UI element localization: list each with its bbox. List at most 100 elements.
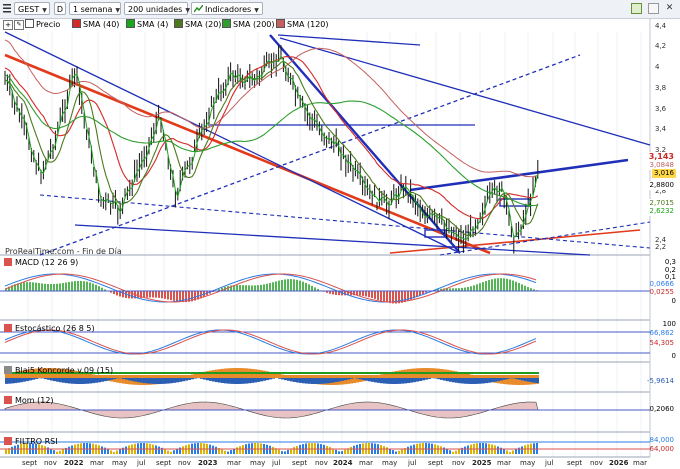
koncorde-bar (50, 378, 53, 381)
koncorde-bar (419, 378, 422, 381)
koncorde-bar (518, 378, 521, 380)
trendline-blue (4, 31, 461, 254)
rsi-filter-bar (119, 449, 121, 454)
panel-label-rsi-filter[interactable]: FILTRO RSI (4, 437, 58, 447)
panel-label-macd[interactable]: MACD (12 26 9) (4, 258, 78, 268)
macd-histogram-bar (527, 287, 529, 291)
time-axis-label: 2026 (609, 459, 629, 467)
rsi-filter-bar (293, 447, 295, 454)
koncorde-bar (410, 378, 413, 383)
koncorde-bar (8, 378, 11, 384)
koncorde-bar (356, 375, 359, 383)
panel-label-stochastic[interactable]: Estocástico (26 8 5) (4, 324, 95, 334)
koncorde-bar (338, 372, 341, 374)
macd-histogram-bar (71, 281, 73, 291)
koncorde-bar (275, 372, 278, 374)
koncorde-bar (503, 372, 506, 374)
koncorde-bar (317, 378, 320, 384)
koncorde-bar (500, 372, 503, 374)
koncorde-bar (392, 372, 395, 374)
koncorde-bar (248, 372, 251, 374)
macd-histogram-bar (509, 279, 511, 291)
rsi-filter-bar (521, 446, 523, 454)
koncorde-bar (74, 378, 77, 384)
rsi-filter-bar (503, 449, 505, 454)
koncorde-bar (200, 372, 203, 374)
macd-histogram-bar (386, 291, 388, 303)
macd-histogram-bar (86, 281, 88, 291)
panel-icon (4, 437, 12, 445)
macd-histogram-bar (305, 282, 307, 291)
time-axis-label: mar (359, 459, 373, 467)
rsi-filter-bar (392, 450, 394, 454)
koncorde-bar (368, 378, 371, 382)
koncorde-bar (107, 378, 110, 381)
koncorde-bar (143, 378, 146, 384)
koncorde-bar (98, 378, 101, 383)
koncorde-bar (77, 378, 80, 384)
rsi-filter-bar (515, 449, 517, 454)
macd-histogram-bar (272, 282, 274, 291)
watermark: ProRealTime.com - Fin de Día (5, 247, 122, 256)
macd-histogram-bar (56, 283, 58, 291)
panel-label-momentum[interactable]: Mom (12) (4, 396, 54, 406)
koncorde-bar (305, 372, 308, 374)
koncorde-bar (464, 378, 467, 384)
rsi-filter-bar (236, 447, 238, 454)
koncorde-bar (425, 372, 428, 374)
koncorde-bar (371, 378, 374, 382)
koncorde-bar (527, 372, 530, 374)
koncorde-bar (458, 372, 461, 374)
koncorde-bar (323, 372, 326, 374)
koncorde-bar (101, 378, 104, 382)
rsi-filter-bar (53, 450, 55, 454)
rsi-filter-bar (344, 449, 346, 454)
koncorde-bar (89, 378, 92, 384)
time-axis-label: nov (178, 459, 191, 467)
koncorde-bar (161, 378, 164, 384)
rsi-filter-bar (443, 447, 445, 454)
rsi-filter-bar (458, 449, 460, 454)
koncorde-bar (353, 372, 356, 374)
koncorde-bar (281, 378, 284, 380)
panel-label-koncorde[interactable]: Blai5 Koncorde v.09 (15) (4, 366, 113, 376)
koncorde-bar (320, 378, 323, 384)
koncorde-bar (230, 372, 233, 374)
koncorde-bar (359, 378, 362, 380)
macd-histogram-bar (98, 286, 100, 291)
koncorde-bar (209, 370, 212, 378)
koncorde-bar (80, 378, 83, 384)
macd-histogram-bar (380, 291, 382, 301)
koncorde-bar (530, 378, 533, 383)
price-chart[interactable] (0, 0, 680, 469)
koncorde-bar (458, 378, 461, 384)
time-axis-label: mar (633, 459, 647, 467)
macd-histogram-bar (68, 281, 70, 291)
koncorde-bar (437, 378, 440, 380)
koncorde-bar (212, 372, 215, 374)
macd-histogram-bar (89, 282, 91, 291)
macd-histogram-bar (53, 283, 55, 291)
koncorde-bar (59, 378, 62, 383)
koncorde-bar (464, 372, 467, 374)
koncorde-bar (227, 378, 230, 384)
koncorde-bar (113, 378, 116, 380)
koncorde-bar (224, 372, 227, 374)
time-axis-label: sept (292, 459, 308, 467)
macd-histogram-bar (506, 278, 508, 291)
time-axis-label: nov (452, 459, 465, 467)
koncorde-bar (326, 378, 329, 384)
rsi-filter-bar (5, 449, 7, 454)
koncorde-bar (521, 378, 524, 381)
rsi-filter-bar (185, 445, 187, 454)
rsi-filter-bar (395, 451, 397, 454)
koncorde-bar (536, 372, 539, 374)
rsi-filter-bar (497, 446, 499, 454)
koncorde-bar (536, 378, 539, 384)
macd-scale-3: 0 (671, 297, 676, 305)
koncorde-bar (353, 375, 356, 384)
dashed-channel-down (39, 194, 651, 249)
time-axis-label: 2022 (64, 459, 84, 467)
rsi-filter-bar (224, 450, 226, 454)
koncorde-bar (479, 372, 482, 374)
